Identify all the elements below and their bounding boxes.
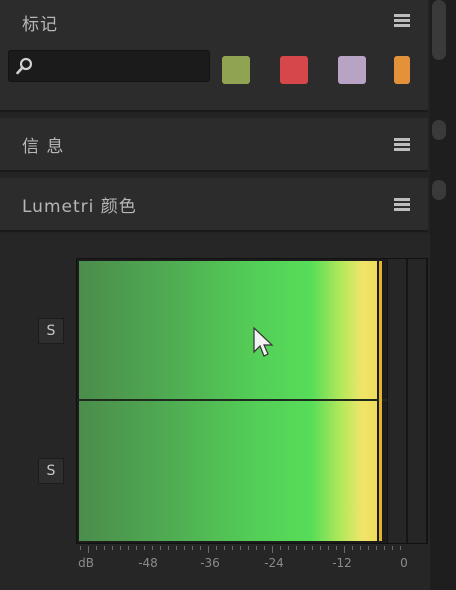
channel-divider [77,399,427,401]
peak-indicator-line [379,261,382,541]
scale-tick [272,546,273,553]
audio-meter [76,258,428,544]
info-panel: 信 息 [0,118,428,172]
lumetri-color-panel: Lumetri 颜色 [0,178,428,232]
scale-tick [80,546,81,550]
scale-tick [240,546,241,550]
scale-tick [256,546,257,550]
info-menu-icon[interactable] [394,138,410,152]
scale-tick [96,546,97,550]
solo-button-right[interactable]: S [38,458,64,484]
scale-tick [112,546,113,550]
scale-tick [288,546,289,550]
scale-tick [144,546,145,550]
markers-menu-icon[interactable] [394,14,410,28]
info-scrollbar[interactable] [432,120,446,140]
mouse-pointer-icon [253,326,274,357]
right-scroll-gutter [430,0,456,590]
scale-tick [168,546,169,550]
scale-label: dB [78,556,94,570]
scale-tick [368,546,369,550]
meter-bar-left [79,261,377,399]
scale-tick [224,546,225,550]
scale-tick [120,546,121,550]
scale-tick [136,546,137,550]
scale-tick [216,546,217,550]
scale-tick [88,546,89,553]
info-panel-title: 信 息 [22,137,65,157]
marker-color-swatch-lavender[interactable] [338,56,366,84]
markers-scrollbar[interactable] [432,0,446,60]
scale-tick [296,546,297,550]
scale-label: -36 [200,556,220,570]
scale-tick [160,546,161,550]
markers-panel: 标记 [0,0,428,112]
scale-tick [280,546,281,550]
scale-tick [344,546,345,553]
scale-tick [336,546,337,550]
meter-clip-column-right [407,259,427,543]
scale-tick [264,546,265,550]
markers-panel-title: 标记 [22,15,58,35]
scale-tick [400,546,401,550]
scale-tick [392,546,393,550]
scale-tick [304,546,305,550]
scale-tick [192,546,193,550]
lumetri-menu-icon[interactable] [394,198,410,212]
marker-color-swatch-orange[interactable] [394,56,410,84]
scale-tick [152,546,153,550]
scale-tick [104,546,105,550]
scale-tick [208,546,209,553]
scale-label: -48 [138,556,158,570]
markers-search-input[interactable] [8,50,210,82]
lumetri-scrollbar[interactable] [432,180,446,200]
marker-color-swatch-red[interactable] [280,56,308,84]
marker-color-swatch-olive[interactable] [222,56,250,84]
search-icon [16,57,33,75]
app-window: 标记 信 息 Lumetri 颜色 S S dB -48 -36 -24 -12… [0,0,456,590]
scale-tick [176,546,177,550]
scale-tick [360,546,361,550]
solo-button-left[interactable]: S [38,318,64,344]
scale-label: -24 [264,556,284,570]
scale-tick [320,546,321,550]
meter-bar-right [79,401,377,541]
scale-tick [232,546,233,550]
scale-tick [376,546,377,550]
meter-clip-column-left [387,259,407,543]
scale-tick [128,546,129,550]
scale-tick [312,546,313,550]
scale-tick [384,546,385,550]
scale-tick [328,546,329,550]
scale-tick [200,546,201,550]
lumetri-panel-title: Lumetri 颜色 [22,197,137,217]
scale-tick [184,546,185,550]
scale-tick [248,546,249,550]
scale-label: -12 [332,556,352,570]
audio-meters-panel: S S dB -48 -36 -24 -12 0 [0,234,430,590]
scale-tick [352,546,353,550]
scale-label: 0 [400,556,408,570]
